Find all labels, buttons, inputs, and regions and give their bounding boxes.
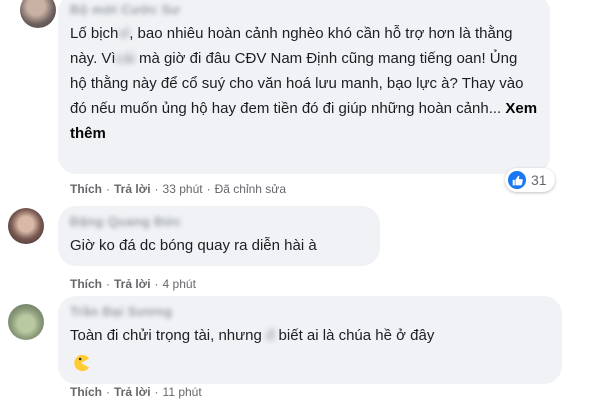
- comment-actions: Thích · Trả lời · 33 phút · Đã chỉnh sửa: [70, 182, 286, 196]
- reaction-count: 31: [531, 172, 547, 188]
- reply-button[interactable]: Trả lời: [114, 277, 151, 291]
- like-icon: [508, 171, 526, 189]
- like-button[interactable]: Thích: [70, 277, 102, 291]
- comment-time[interactable]: 11 phút: [163, 385, 202, 399]
- avatar[interactable]: [8, 208, 44, 244]
- reply-button[interactable]: Trả lời: [114, 182, 151, 196]
- comment-author[interactable]: Đặng Quang Đức: [70, 213, 368, 231]
- comment-bubble: Trần Đại Sương Toàn đi chửi trọng tài, n…: [58, 296, 562, 384]
- edited-label: Đã chỉnh sửa: [214, 182, 286, 196]
- pacman-emoji: [74, 354, 90, 372]
- censored-word: vl: [118, 25, 130, 42]
- reaction-summary[interactable]: 31: [505, 168, 555, 192]
- comment-time[interactable]: 33 phút: [163, 182, 203, 196]
- comment-bubble: Bộ mới Cước Sư Lố bịchvl, bao nhiêu hoàn…: [58, 0, 550, 174]
- avatar[interactable]: [8, 304, 44, 340]
- comment-author[interactable]: Bộ mới Cước Sư: [70, 1, 538, 19]
- comment-actions: Thích · Trả lời · 11 phút: [70, 385, 202, 399]
- comment-bubble: Đặng Quang Đức Giờ ko đá dc bóng quay ra…: [58, 206, 380, 266]
- comment-text: Giờ ko đá dc bóng quay ra diễn hài à: [70, 237, 317, 254]
- like-button[interactable]: Thích: [70, 182, 102, 196]
- comment-actions: Thích · Trả lời · 4 phút: [70, 277, 196, 291]
- reply-button[interactable]: Trả lời: [114, 385, 151, 399]
- censored-word: đ: [266, 327, 275, 344]
- comment-time[interactable]: 4 phút: [163, 277, 196, 291]
- avatar[interactable]: [20, 0, 56, 28]
- censored-word: cái: [115, 50, 135, 67]
- like-button[interactable]: Thích: [70, 385, 102, 399]
- comment-text: Toàn đi chửi trọng tài, nhưng đ biết ai …: [70, 327, 435, 344]
- comment-text: Lố bịchvl, bao nhiêu hoàn cảnh nghèo khó…: [70, 25, 538, 142]
- comment-author[interactable]: Trần Đại Sương: [70, 303, 550, 321]
